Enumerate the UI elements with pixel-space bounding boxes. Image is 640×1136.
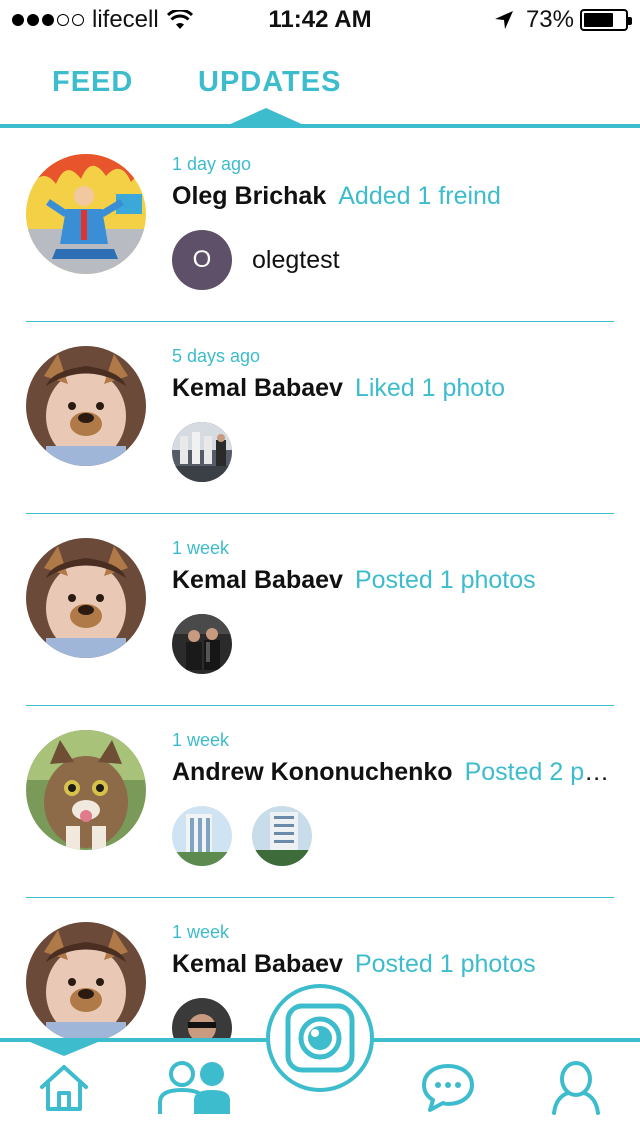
user-name[interactable]: Oleg Brichak (172, 182, 326, 210)
user-name[interactable]: Andrew Kononuchenko (172, 758, 453, 786)
avatar[interactable] (26, 154, 146, 274)
nav-messages-button[interactable] (418, 1058, 478, 1118)
update-time: 1 day ago (172, 154, 252, 174)
user-name[interactable]: Kemal Babaev (172, 374, 343, 402)
avatar[interactable] (26, 538, 146, 658)
camera-icon (285, 1003, 355, 1073)
update-content: O olegtest (172, 230, 340, 290)
camera-button[interactable] (266, 984, 374, 1092)
nav-home-button[interactable] (34, 1058, 94, 1118)
user-name[interactable]: Kemal Babaev (172, 566, 343, 594)
avatar[interactable] (26, 922, 146, 1042)
update-time: 1 week (172, 922, 230, 942)
tab-underline (0, 124, 640, 128)
active-nav-indicator (30, 1042, 98, 1056)
photo-thumbnail[interactable] (172, 422, 232, 482)
list-item[interactable]: 1 week Kemal Babaev Posted 1 photos (0, 514, 640, 706)
friend-name[interactable]: olegtest (252, 246, 340, 275)
status-right: 73% (494, 6, 632, 34)
list-item[interactable]: 5 days ago Kemal Babaev Liked 1 photo (0, 322, 640, 514)
friend-avatar[interactable]: O (172, 230, 232, 290)
list-item[interactable]: 1 week Andrew Kononuchenko Posted 2 photo… (0, 706, 640, 898)
list-item[interactable]: 1 day ago Oleg Brichak Added 1 freind O o… (0, 130, 640, 322)
photo-thumbnail[interactable] (172, 614, 232, 674)
update-content (172, 614, 232, 674)
user-name[interactable]: Kemal Babaev (172, 950, 343, 978)
status-bar: lifecell 11:42 AM 73% (0, 0, 640, 40)
home-icon (40, 1065, 88, 1111)
tab-bar: FEED UPDATES (0, 56, 640, 128)
update-content (172, 806, 312, 866)
update-summary: Kemal Babaev Posted 1 photos (172, 566, 614, 595)
battery-percent: 73% (525, 6, 574, 33)
profile-icon (552, 1061, 600, 1115)
chat-icon (422, 1064, 474, 1112)
update-action: Posted 1 photos (354, 566, 536, 594)
update-action: Liked 1 photo (354, 374, 506, 402)
photo-thumbnail[interactable] (252, 806, 312, 866)
update-action: Posted 1 photos (354, 950, 536, 978)
tab-feed[interactable]: FEED (52, 66, 133, 99)
nav-friends-button[interactable] (156, 1058, 232, 1118)
tab-updates[interactable]: UPDATES (198, 66, 341, 99)
photo-thumbnail[interactable] (172, 806, 232, 866)
people-icon (158, 1061, 230, 1114)
battery-icon (580, 9, 632, 31)
nav-profile-button[interactable] (546, 1058, 606, 1118)
avatar[interactable] (26, 346, 146, 466)
update-time: 1 week (172, 538, 230, 558)
update-action: Added 1 freind (338, 182, 501, 210)
update-content (172, 422, 232, 482)
updates-list: 1 day ago Oleg Brichak Added 1 freind O o… (0, 130, 640, 1090)
update-summary: Kemal Babaev Posted 1 photos (172, 950, 614, 979)
update-time: 5 days ago (172, 346, 261, 366)
update-summary: Kemal Babaev Liked 1 photo (172, 374, 614, 403)
update-summary: Oleg Brichak Added 1 freind (172, 182, 614, 211)
update-action: Posted 2 photos (464, 758, 614, 786)
update-summary: Andrew Kononuchenko Posted 2 photos (172, 758, 614, 787)
location-arrow-icon (494, 11, 513, 29)
update-time: 1 week (172, 730, 230, 750)
avatar[interactable] (26, 730, 146, 850)
